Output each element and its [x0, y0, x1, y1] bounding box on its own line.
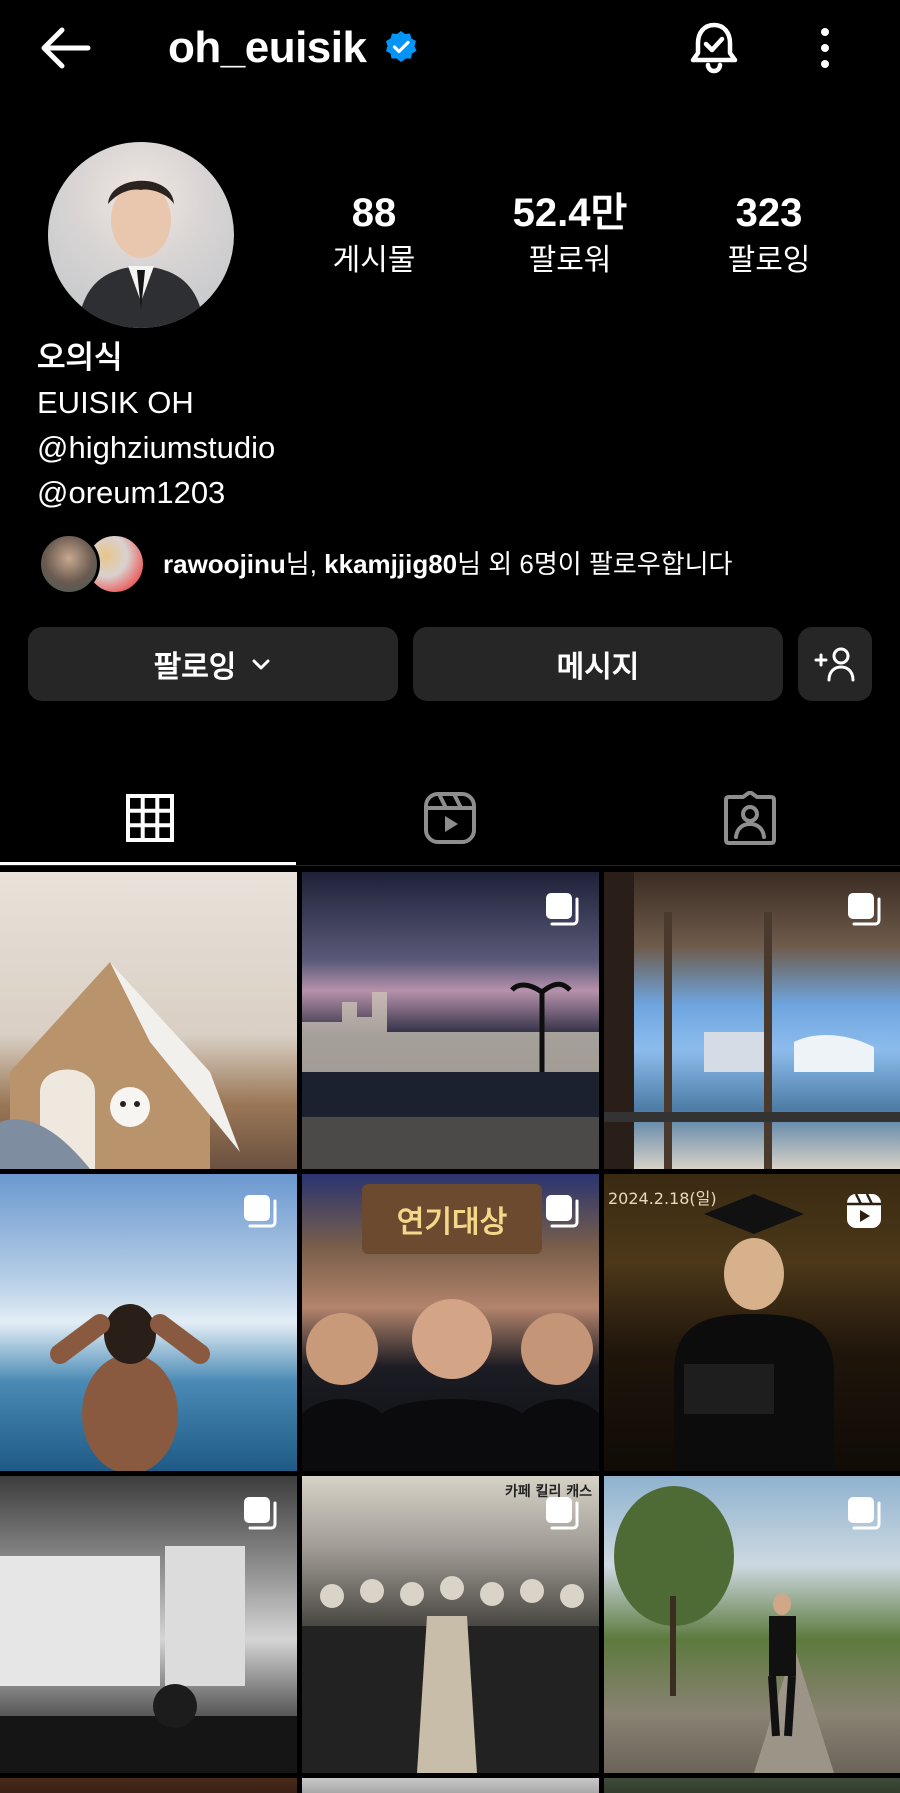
reels-icon	[424, 792, 476, 844]
post-overlay-text: 연기대상	[397, 1205, 508, 1240]
carousel-icon	[546, 1195, 579, 1228]
post-thumbnail[interactable]: 2024.2.18(일)	[604, 1174, 900, 1471]
carousel-icon	[848, 893, 881, 926]
posts-label: 게시물	[332, 244, 416, 277]
notifications-button[interactable]	[684, 18, 744, 78]
post-thumbnail[interactable]	[0, 1476, 297, 1773]
following-count: 323	[735, 191, 803, 235]
posts-stat[interactable]: 88 게시물	[284, 188, 464, 282]
display-name: 오의식	[37, 340, 123, 375]
post-overlay-text: 2024.2.18(일)	[608, 1189, 717, 1208]
post-thumbnail[interactable]: 카페 킬리 캐스	[302, 1476, 599, 1773]
carousel-icon	[244, 1497, 277, 1530]
profile-avatar[interactable]	[48, 142, 234, 328]
tabs-divider	[0, 865, 900, 866]
following-button[interactable]: 팔로잉	[28, 627, 398, 701]
back-arrow-icon	[41, 27, 91, 69]
tagged-icon	[724, 791, 776, 845]
add-user-icon	[814, 647, 855, 682]
post-thumbnail[interactable]	[302, 872, 599, 1169]
post-thumbnail[interactable]	[604, 872, 900, 1169]
following-button-label: 팔로잉	[153, 651, 237, 684]
notification-bell-icon	[690, 22, 738, 74]
profile-tabs	[0, 770, 900, 866]
bio-line: EUISIK OH	[37, 385, 194, 420]
post-thumbnail[interactable]	[604, 1778, 900, 1793]
carousel-icon	[848, 1497, 881, 1530]
following-stat[interactable]: 323 팔로잉	[679, 188, 859, 282]
mutual-separator: 님,	[285, 549, 325, 579]
carousel-icon	[546, 893, 579, 926]
bio-mention-link[interactable]: @highziumstudio	[37, 425, 275, 470]
post-image	[0, 962, 240, 1169]
post-thumbnail[interactable]	[302, 1778, 599, 1793]
more-options-icon	[821, 28, 829, 68]
post-thumbnail[interactable]	[0, 872, 297, 1169]
grid-icon	[126, 794, 174, 842]
verified-badge-icon	[384, 30, 418, 64]
message-button-label: 메시지	[556, 651, 640, 684]
mutual-user-1: rawoojinu	[163, 549, 286, 579]
posts-count: 88	[351, 191, 397, 235]
back-button[interactable]	[36, 22, 96, 74]
profile-bio: 오의식 EUISIK OH @highziumstudio @oreum1203	[37, 336, 275, 515]
more-options-button[interactable]	[808, 22, 842, 74]
profile-username: oh_euisik	[168, 23, 367, 72]
reel-icon	[847, 1193, 881, 1228]
carousel-icon	[244, 1195, 277, 1228]
post-thumbnail[interactable]	[0, 1778, 297, 1793]
message-button[interactable]: 메시지	[413, 627, 783, 701]
profile-photo	[78, 180, 204, 328]
mutual-followers-text: rawoojinu님, kkamjjig80님 외 6명이 팔로우합니다	[163, 547, 732, 581]
followers-count: 52.4만	[512, 191, 628, 235]
bio-mention-link[interactable]: @oreum1203	[37, 470, 275, 515]
tab-grid[interactable]	[0, 770, 300, 866]
top-bar: oh_euisik	[0, 0, 900, 96]
mutual-followers[interactable]: rawoojinu님, kkamjjig80님 외 6명이 팔로우합니다	[38, 533, 888, 597]
tab-tagged[interactable]	[600, 770, 900, 866]
followers-stat[interactable]: 52.4만 팔로워	[480, 188, 660, 282]
suggested-users-button[interactable]	[798, 627, 872, 701]
mutual-follower-avatar	[38, 533, 100, 595]
following-label: 팔로잉	[727, 244, 811, 277]
carousel-icon	[546, 1497, 579, 1530]
mutual-rest-text: 님 외 6명이 팔로우합니다	[457, 549, 733, 579]
post-thumbnail[interactable]	[0, 1174, 297, 1471]
followers-label: 팔로워	[528, 244, 612, 277]
tab-reels[interactable]	[300, 770, 600, 866]
mutual-user-2: kkamjjig80	[324, 549, 458, 579]
chevron-down-icon	[252, 659, 270, 670]
post-thumbnail[interactable]	[604, 1476, 900, 1773]
post-thumbnail[interactable]: 연기대상	[302, 1174, 599, 1471]
